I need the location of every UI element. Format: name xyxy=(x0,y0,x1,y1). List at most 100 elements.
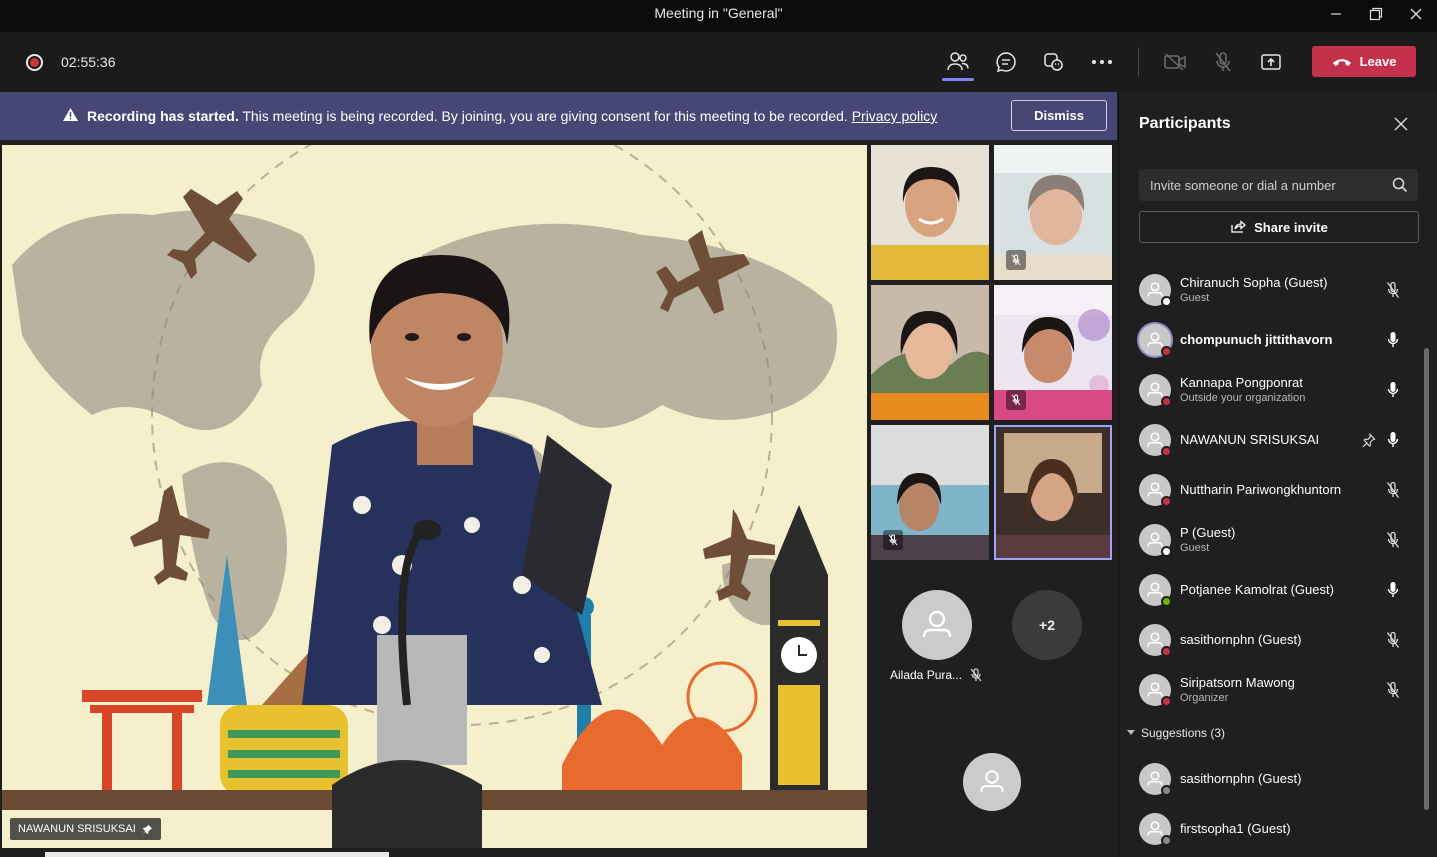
presence-status xyxy=(1161,496,1172,507)
participant-name: sasithornphn (Guest) xyxy=(1180,632,1302,647)
participant-row[interactable]: Nuttharin Pariwongkhuntorn xyxy=(1119,465,1424,515)
active-tab-indicator xyxy=(942,78,974,81)
mic-status[interactable] xyxy=(1384,580,1402,600)
participant-name: Kannapa Pongponrat xyxy=(1180,375,1303,390)
video-tile[interactable] xyxy=(871,145,989,280)
video-gallery: +2 Ailada Pura... xyxy=(869,145,1115,857)
pin-button[interactable] xyxy=(1359,430,1377,450)
share-icon xyxy=(1231,220,1247,233)
camera-button[interactable] xyxy=(1158,46,1192,78)
mic-button[interactable] xyxy=(1206,46,1240,78)
ellipsis-icon xyxy=(1092,60,1112,64)
presence-status xyxy=(1161,546,1172,557)
mic-off-icon xyxy=(970,668,982,682)
mic-status[interactable] xyxy=(1384,530,1402,550)
close-panel-button[interactable] xyxy=(1391,114,1411,134)
mic-status[interactable] xyxy=(1384,280,1402,300)
presence-status xyxy=(1161,835,1172,846)
participant-name: Ailada Pura... xyxy=(890,668,963,682)
speaker-name-tag: NAWANUN SRISUKSAI xyxy=(10,818,161,840)
presence-status xyxy=(1161,296,1172,307)
mic-status[interactable] xyxy=(1384,380,1402,400)
chat-button[interactable] xyxy=(989,46,1023,78)
mic-off-icon xyxy=(1215,52,1231,72)
mic-off-icon xyxy=(1011,254,1021,266)
participant-row[interactable]: Potjanee Kamolrat (Guest) xyxy=(1119,565,1424,615)
mic-off-icon xyxy=(1386,281,1400,298)
participant-row[interactable]: chompunuch jittithavorn xyxy=(1119,315,1424,365)
participant-avatar[interactable] xyxy=(902,590,972,660)
participant-row[interactable]: NAWANUN SRISUKSAI xyxy=(1119,415,1424,465)
video-tile-speaking[interactable] xyxy=(994,425,1112,560)
recording-icon xyxy=(26,54,43,71)
more-actions-button[interactable] xyxy=(1085,46,1119,78)
mic-icon xyxy=(1387,332,1399,347)
panel-title: Participants xyxy=(1139,115,1231,132)
participant-role: Guest xyxy=(1180,292,1210,304)
main-video[interactable] xyxy=(2,145,867,848)
muted-indicator xyxy=(883,530,903,550)
mic-status[interactable] xyxy=(1384,630,1402,650)
presence-status xyxy=(1161,646,1172,657)
video-tile[interactable] xyxy=(994,145,1112,280)
breakout-rooms-button[interactable] xyxy=(1037,46,1071,78)
participant-row[interactable]: Chiranuch Sopha (Guest) Guest xyxy=(1119,265,1424,315)
mic-icon xyxy=(1387,582,1399,597)
dismiss-button[interactable]: Dismiss xyxy=(1011,100,1107,131)
search-icon[interactable] xyxy=(1392,177,1408,193)
participant-row[interactable]: Kannapa Pongponrat Outside your organizat… xyxy=(1119,365,1424,415)
participants-button[interactable] xyxy=(941,46,975,78)
participant-name: Siripatsorn Mawong xyxy=(1180,675,1295,690)
meeting-toolbar: 02:55:36 Leave xyxy=(0,32,1437,92)
participant-role: Organizer xyxy=(1180,692,1229,704)
participant-name: NAWANUN SRISUKSAI xyxy=(1180,432,1320,447)
more-participants-button[interactable]: +2 xyxy=(1012,590,1082,660)
presence-status xyxy=(1161,446,1172,457)
minimize-icon[interactable] xyxy=(1316,0,1356,28)
privacy-policy-link[interactable]: Privacy policy xyxy=(852,108,938,124)
suggestion-row[interactable]: firstsopha1 (Guest) xyxy=(1119,804,1424,854)
restore-icon[interactable] xyxy=(1356,0,1396,28)
leave-button[interactable]: Leave xyxy=(1312,46,1416,77)
participant-row[interactable]: sasithornphn (Guest) xyxy=(1119,615,1424,665)
mic-status[interactable] xyxy=(1384,680,1402,700)
participant-name: Potjanee Kamolrat (Guest) xyxy=(1180,582,1334,597)
participant-avatar[interactable] xyxy=(963,753,1021,811)
share-screen-button[interactable] xyxy=(1254,46,1288,78)
toolbar-divider xyxy=(1138,47,1139,77)
share-invite-label: Share invite xyxy=(1254,219,1328,235)
mic-status[interactable] xyxy=(1384,430,1402,450)
suggestion-row[interactable]: sasithornphn (Guest) xyxy=(1119,754,1424,804)
participants-panel: Participants Share invite Chiranuch Soph… xyxy=(1118,92,1437,857)
mic-off-icon xyxy=(1011,394,1021,406)
panel-scrollbar[interactable] xyxy=(1424,348,1429,810)
video-tile[interactable] xyxy=(871,285,989,420)
person-icon xyxy=(922,610,952,638)
suggestions-header[interactable]: Suggestions (3) xyxy=(1127,726,1225,740)
video-tile[interactable] xyxy=(871,425,989,560)
participant-video xyxy=(871,145,989,280)
pin-icon xyxy=(142,824,152,834)
suggestion-name: sasithornphn (Guest) xyxy=(1180,771,1302,786)
participant-name: Nuttharin Pariwongkhuntorn xyxy=(1180,482,1342,497)
mic-status[interactable] xyxy=(1384,480,1402,500)
person-icon xyxy=(1147,632,1163,647)
person-icon xyxy=(980,770,1004,792)
share-invite-button[interactable]: Share invite xyxy=(1139,211,1419,243)
participant-row[interactable]: Siripatsorn Mawong Organizer xyxy=(1119,665,1424,715)
participant-video xyxy=(871,285,989,420)
pin-icon xyxy=(1361,432,1376,447)
person-icon xyxy=(1147,682,1163,697)
share-tray-icon xyxy=(1261,54,1281,70)
mic-status[interactable] xyxy=(1384,330,1402,350)
close-window-icon[interactable] xyxy=(1396,0,1436,28)
mic-off-icon xyxy=(1386,481,1400,498)
chat-icon xyxy=(996,52,1016,73)
participant-role: Outside your organization xyxy=(1180,392,1306,404)
suggestions-label: Suggestions (3) xyxy=(1141,726,1226,740)
video-tile[interactable] xyxy=(994,285,1112,420)
participant-row[interactable]: P (Guest) Guest xyxy=(1119,515,1424,565)
mic-icon xyxy=(1387,382,1399,397)
invite-input[interactable] xyxy=(1139,169,1418,201)
participant-role: Guest xyxy=(1180,542,1210,554)
